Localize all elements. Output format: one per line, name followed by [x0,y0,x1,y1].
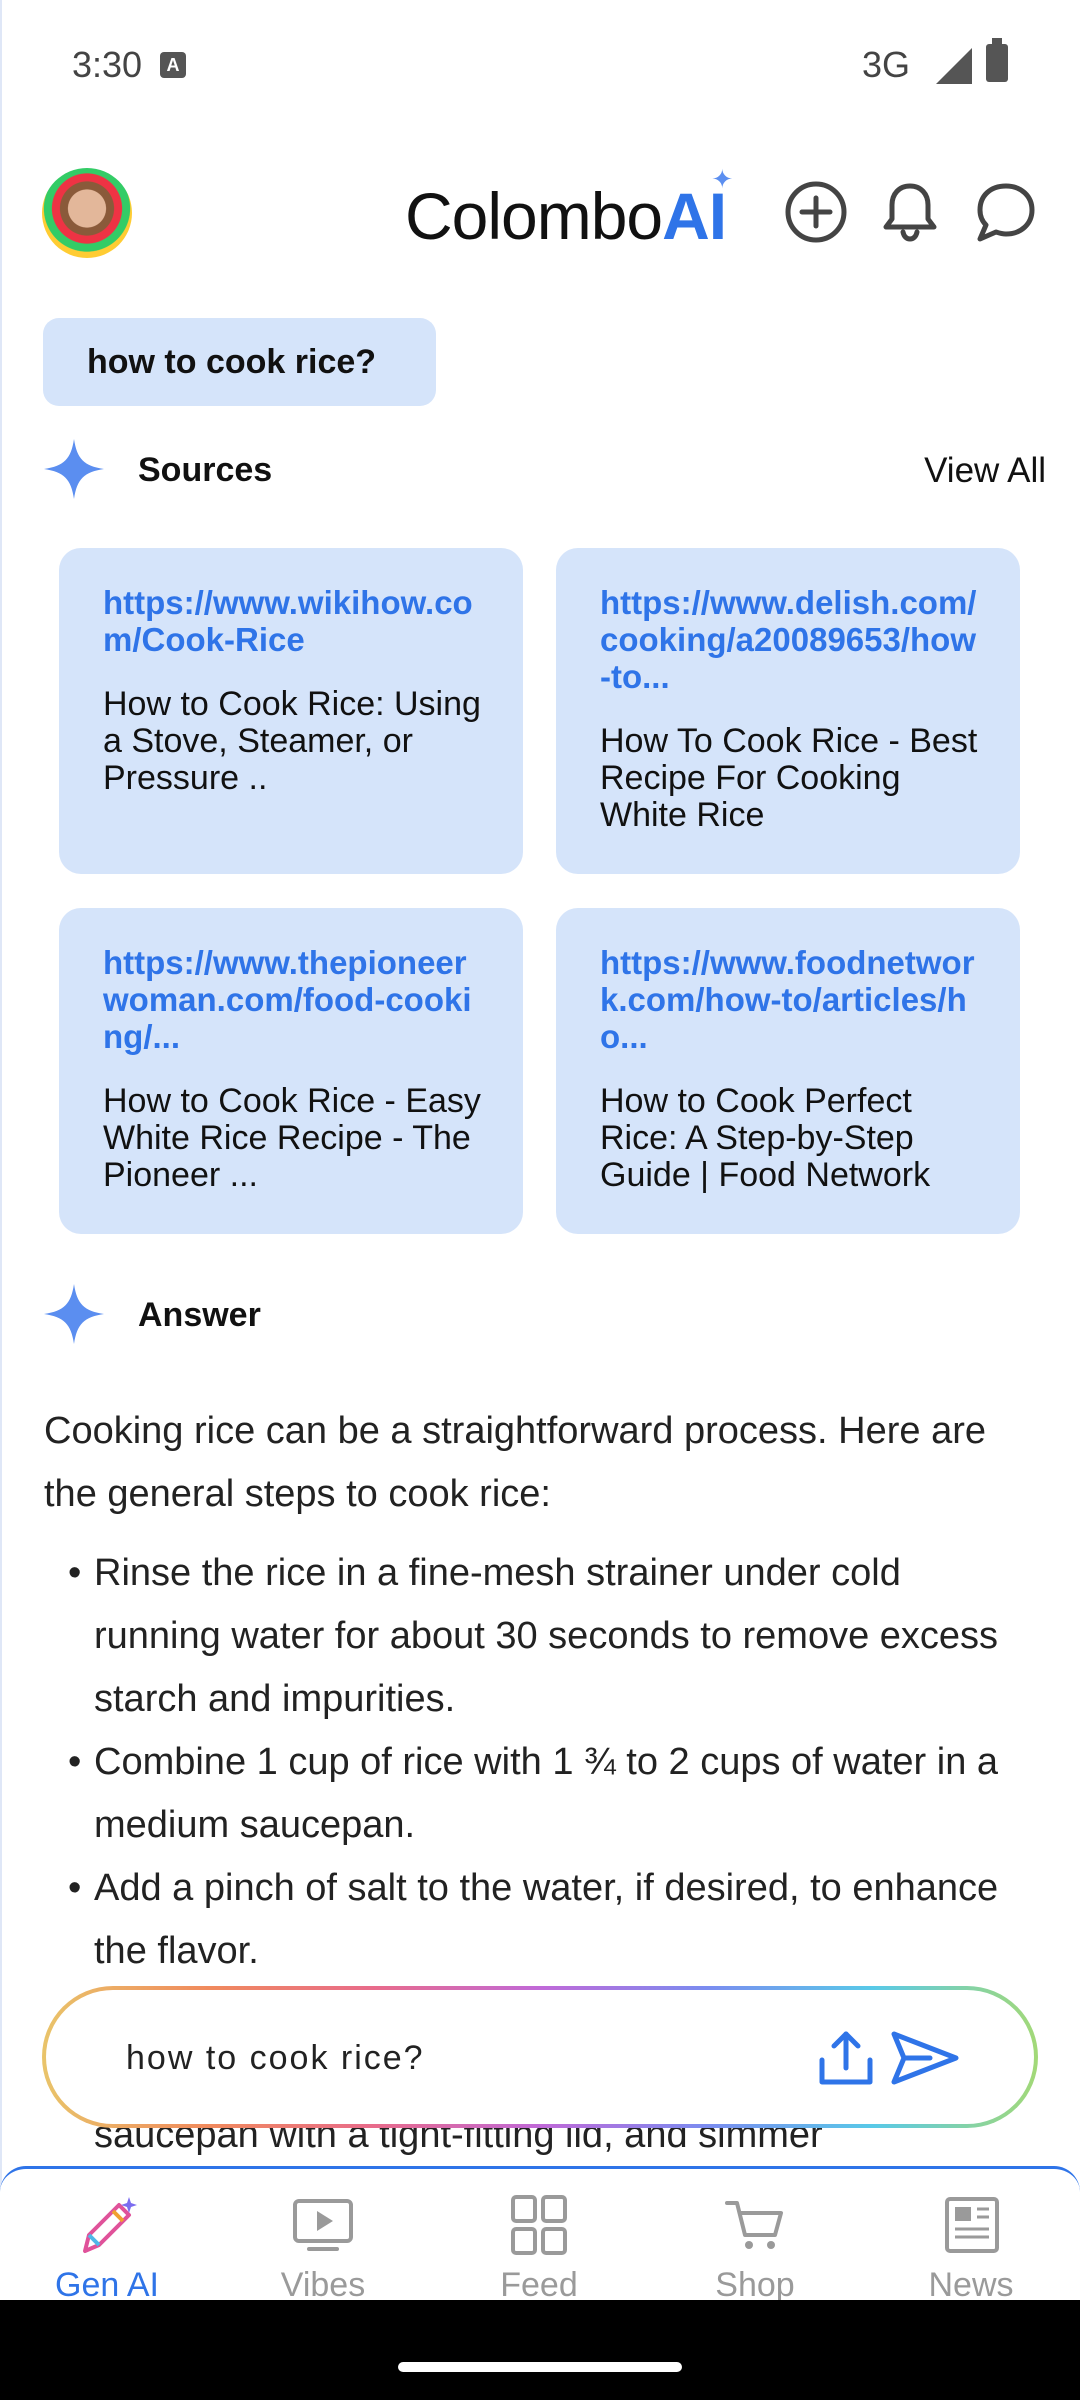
source-title: How to Cook Perfect Rice: A Step-by-Step… [600,1083,931,1194]
system-navigation-bar [0,2300,1080,2400]
nav-feed[interactable]: Feed [449,2195,629,2305]
add-icon[interactable] [784,180,848,244]
prompt-input[interactable] [124,2022,828,2094]
sources-section-header: Sources View All [42,437,1046,507]
upload-icon[interactable] [816,2028,876,2088]
nav-shop[interactable]: Shop [665,2195,845,2305]
answer-heading: Answer [138,1296,261,1334]
notification-a-icon: A [160,52,186,78]
source-title: How to Cook Rice: Using a Stove, Steamer… [103,686,481,797]
chat-icon[interactable] [972,180,1036,244]
sparkle-icon [44,439,104,499]
answer-steps: Rinse the rice in a fine-mesh strainer u… [44,1542,1034,1983]
send-icon[interactable] [890,2030,960,2086]
source-card[interactable]: https://www.delish.com/cooking/a20089653… [556,548,1020,874]
nav-news[interactable]: News [881,2195,1061,2305]
source-card[interactable]: https://www.foodnetwork.com/how-to/artic… [556,908,1020,1234]
source-url: https://www.foodnetwork.com/how-to/artic… [600,944,975,1055]
battery-icon [986,38,1008,82]
sources-heading: Sources [138,451,273,489]
answer-step: Add a pinch of salt to the water, if des… [44,1857,1034,1983]
sparkle-icon [44,1284,104,1344]
bell-icon[interactable] [878,180,942,244]
answer-body: Cooking rice can be a straightforward pr… [44,1400,1034,1983]
source-title: How To Cook Rice - Best Recipe For Cooki… [600,723,978,834]
nav-gen-ai[interactable]: Gen AI [17,2195,197,2305]
source-url: https://www.delish.com/cooking/a20089653… [600,584,977,695]
view-all-link[interactable]: View All [924,451,1046,491]
nav-vibes[interactable]: Vibes [233,2195,413,2305]
source-card[interactable]: https://www.thepioneerwoman.com/food-coo… [59,908,523,1234]
avatar[interactable] [42,168,132,258]
answer-intro: Cooking rice can be a straightforward pr… [44,1410,987,1515]
prompt-input-bar [42,1986,1038,2128]
signal-icon [936,48,972,84]
source-card[interactable]: https://www.wikihow.com/Cook-Rice How to… [59,548,523,874]
grid-icon [511,2195,567,2255]
source-url: https://www.thepioneerwoman.com/food-coo… [103,944,472,1055]
newspaper-icon [945,2197,999,2253]
bottom-nav: Gen AI Vibes Feed Shop News [0,2166,1080,2305]
cart-icon [725,2201,783,2249]
prompt-input-inner [46,1990,1034,2124]
source-url: https://www.wikihow.com/Cook-Rice [103,584,473,658]
left-edge-divider [0,0,2,2300]
logo-text-main: Colombo [405,179,663,253]
logo-sparkle-icon: ✦ [711,164,733,194]
home-gesture-handle[interactable] [398,2362,682,2372]
app-header: ColomboAI ✦ [0,160,1080,270]
pencil-sparkle-icon [83,2197,137,2253]
network-type: 3G [861,44,910,85]
app-logo: ColomboAI ✦ [405,164,733,254]
answer-section-header: Answer [42,1282,1042,1352]
answer-step: Combine 1 cup of rice with 1 ¾ to 2 cups… [44,1731,1034,1857]
video-icon [293,2199,353,2251]
query-chip: how to cook rice? [43,318,436,406]
status-time: 3:30 [72,44,143,85]
source-title: How to Cook Rice - Easy White Rice Recip… [103,1083,481,1194]
status-bar: 3:30 A 3G [0,0,1080,130]
answer-step: Rinse the rice in a fine-mesh strainer u… [44,1542,1034,1731]
